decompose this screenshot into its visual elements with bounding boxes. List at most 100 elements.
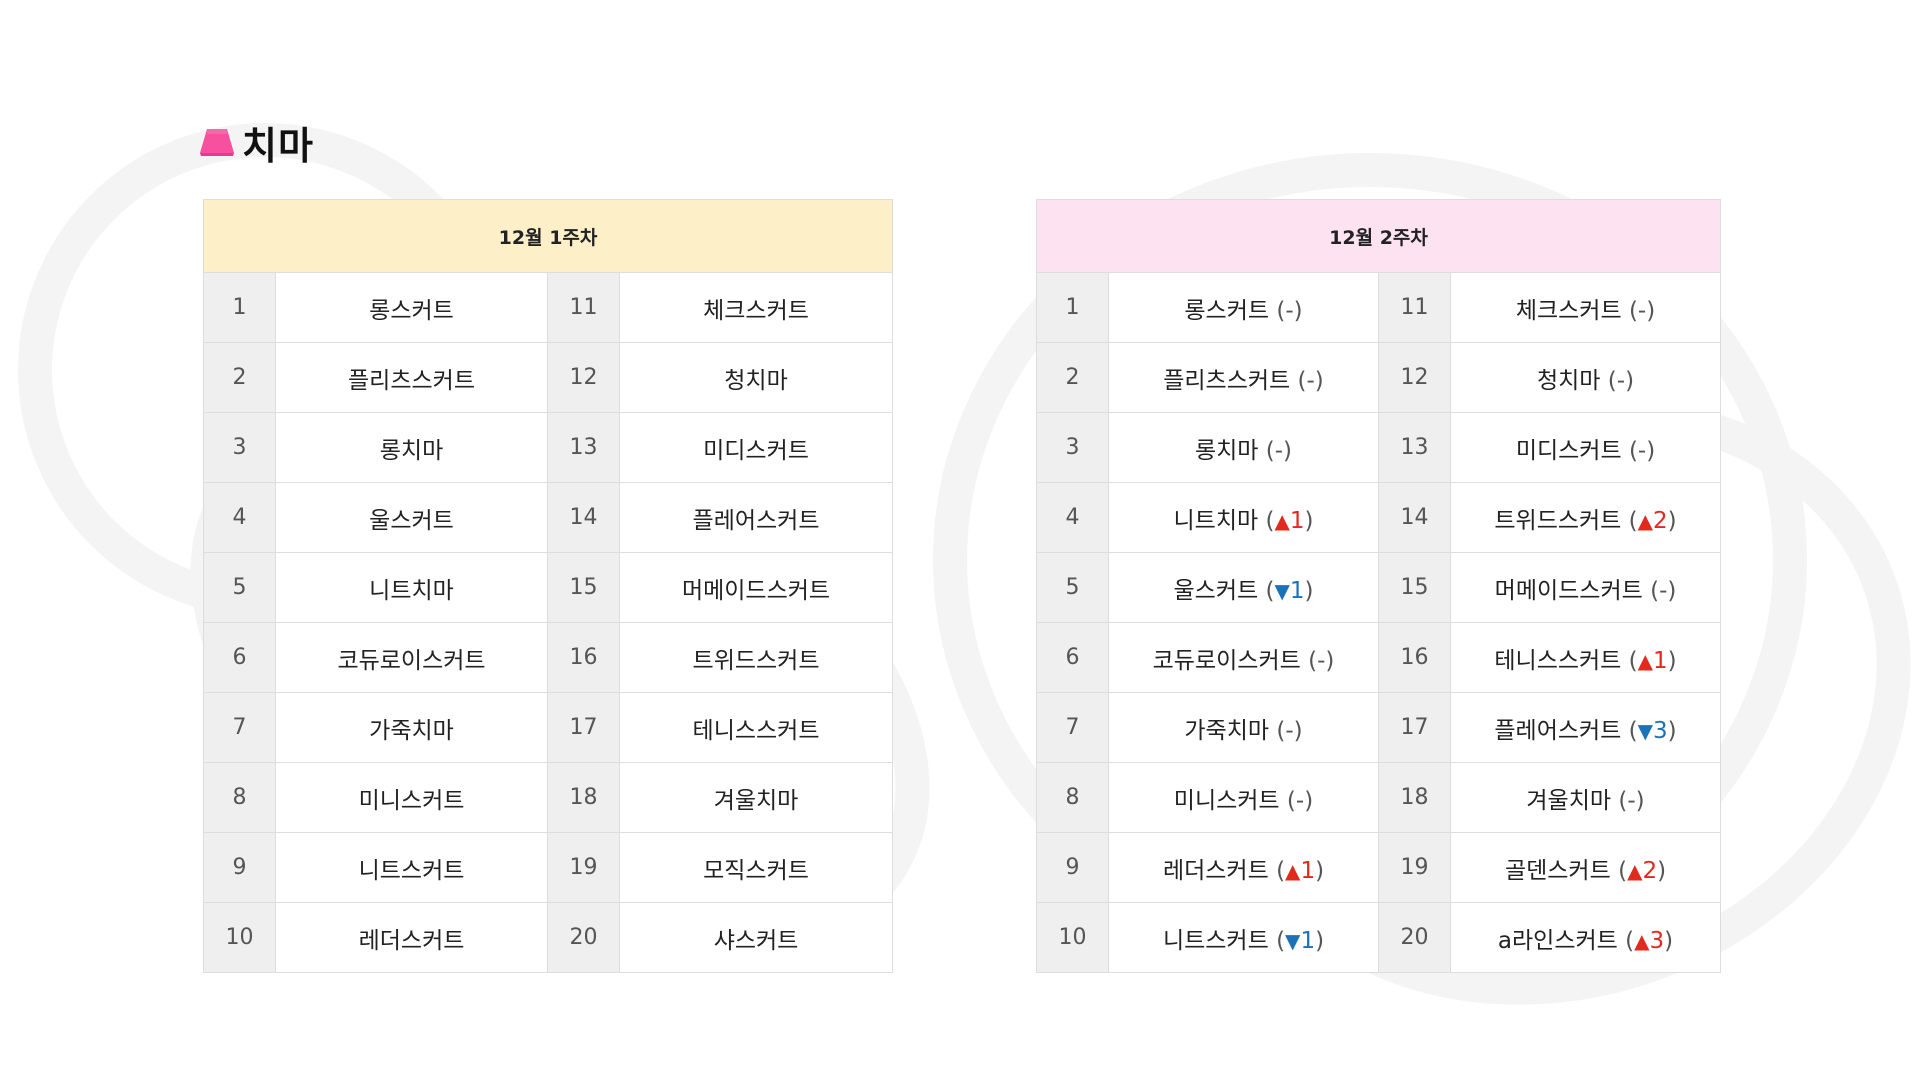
table-row: 1 롱스커트 (-) 11 체크스커트 (-) bbox=[1036, 272, 1722, 343]
table-row: 10 니트스커트 (▼1) 20 a라인스커트 (▲3) bbox=[1036, 902, 1722, 973]
table-row: 4 니트치마 (▲1) 14 트위드스커트 (▲2) bbox=[1036, 482, 1722, 553]
keyword-name: 플리츠스커트 bbox=[1163, 367, 1291, 394]
rank-change-value: - bbox=[1659, 577, 1668, 604]
table-row: 2 플리츠스커트 (-) 12 청치마 (-) bbox=[1036, 342, 1722, 413]
rank-number: 16 bbox=[547, 622, 620, 693]
rank-number: 12 bbox=[547, 342, 620, 413]
keyword-name: a라인스커트 bbox=[1497, 927, 1618, 954]
rank-change: (▲1) bbox=[1276, 857, 1325, 884]
rank-change-value: - bbox=[1637, 297, 1647, 324]
rank-change-value: - bbox=[1295, 787, 1305, 814]
rank-change: (-) bbox=[1628, 437, 1656, 464]
table-row: 1 롱스커트 11 체크스커트 bbox=[203, 272, 894, 343]
table-row: 7 가죽치마 (-) 17 플레어스커트 (▼3) bbox=[1036, 692, 1722, 763]
rank-number: 14 bbox=[1378, 482, 1451, 553]
table-row: 9 니트스커트 19 모직스커트 bbox=[203, 832, 894, 903]
rank-number: 8 bbox=[203, 762, 276, 833]
keyword-name: 레더스커트 bbox=[275, 902, 548, 973]
rank-number: 13 bbox=[1378, 412, 1451, 483]
keyword-name: 울스커트 bbox=[1173, 577, 1259, 604]
rank-number: 11 bbox=[547, 272, 620, 343]
rank-change: (▲3) bbox=[1625, 927, 1674, 954]
table-row: 10 레더스커트 20 샤스커트 bbox=[203, 902, 894, 973]
rank-change-value: 1 bbox=[1289, 577, 1305, 604]
rank-change: (▲2) bbox=[1618, 857, 1667, 884]
keyword-name: 미디스커트 bbox=[618, 412, 894, 483]
rank-change-value: 2 bbox=[1653, 507, 1668, 534]
rank-change-value: - bbox=[1637, 437, 1647, 464]
keyword-name: 겨울치마 bbox=[618, 762, 894, 833]
rank-number: 12 bbox=[1378, 342, 1451, 413]
skirt-icon bbox=[200, 129, 234, 156]
keyword-cell: 청치마 (-) bbox=[1449, 342, 1722, 413]
rank-change-value: - bbox=[1616, 367, 1626, 394]
up-arrow-icon: ▲ bbox=[1285, 858, 1301, 883]
keyword-name: 머메이드스커트 bbox=[618, 552, 894, 623]
keyword-cell: 니트스커트 (▼1) bbox=[1108, 902, 1379, 973]
table-row: 5 니트치마 15 머메이드스커트 bbox=[203, 552, 894, 623]
keyword-name: 코듀로이스커트 bbox=[275, 622, 548, 693]
table-row: 9 레더스커트 (▲1) 19 골덴스커트 (▲2) bbox=[1036, 832, 1722, 903]
keyword-cell: 겨울치마 (-) bbox=[1449, 762, 1722, 833]
table-row: 3 롱치마 (-) 13 미디스커트 (-) bbox=[1036, 412, 1722, 483]
rank-number: 14 bbox=[547, 482, 620, 553]
rank-number: 15 bbox=[1378, 552, 1451, 623]
keyword-cell: 트위드스커트 (▲2) bbox=[1449, 482, 1722, 553]
rank-number: 5 bbox=[203, 552, 276, 623]
up-arrow-icon: ▲ bbox=[1637, 508, 1654, 533]
rank-number: 17 bbox=[547, 692, 620, 763]
rank-change: (-) bbox=[1286, 787, 1314, 814]
keyword-name: 플리츠스커트 bbox=[275, 342, 548, 413]
rank-number: 18 bbox=[547, 762, 620, 833]
keyword-cell: a라인스커트 (▲3) bbox=[1449, 902, 1722, 973]
rank-change: (▼3) bbox=[1628, 717, 1677, 744]
keyword-cell: 플리츠스커트 (-) bbox=[1108, 342, 1379, 413]
down-arrow-icon: ▼ bbox=[1274, 578, 1290, 603]
keyword-cell: 플레어스커트 (▼3) bbox=[1449, 692, 1722, 763]
rank-change: (-) bbox=[1618, 787, 1645, 814]
rank-number: 6 bbox=[203, 622, 276, 693]
keyword-name: 체크스커트 bbox=[618, 272, 894, 343]
keyword-name: 트위드스커트 bbox=[618, 622, 894, 693]
rank-change-value: - bbox=[1317, 647, 1326, 674]
rank-change: (▲2) bbox=[1628, 507, 1677, 534]
rank-number: 11 bbox=[1378, 272, 1451, 343]
rank-change-value: 3 bbox=[1653, 717, 1668, 744]
rank-number: 19 bbox=[547, 832, 620, 903]
keyword-name: 레더스커트 bbox=[1162, 857, 1269, 884]
rank-change-value: - bbox=[1285, 717, 1294, 744]
rank-number: 19 bbox=[1378, 832, 1451, 903]
rank-number: 8 bbox=[1036, 762, 1109, 833]
keyword-cell: 체크스커트 (-) bbox=[1449, 272, 1722, 343]
keyword-cell: 테니스스커트 (▲1) bbox=[1449, 622, 1722, 693]
table-row: 7 가죽치마 17 테니스스커트 bbox=[203, 692, 894, 763]
keyword-name: 니트스커트 bbox=[1162, 927, 1269, 954]
up-arrow-icon: ▲ bbox=[1627, 858, 1643, 883]
keyword-name: 플레어스커트 bbox=[618, 482, 894, 553]
rank-number: 5 bbox=[1036, 552, 1109, 623]
keyword-name: 플레어스커트 bbox=[1494, 717, 1622, 744]
week2-ranking-table: 12월 2주차 1 롱스커트 (-) 11 체크스커트 (-) 2 플리츠스커트 (-) 1… bbox=[1035, 199, 1722, 973]
keyword-name: 미니스커트 bbox=[1173, 787, 1280, 814]
rank-change-value: - bbox=[1285, 297, 1294, 324]
up-arrow-icon: ▲ bbox=[1274, 508, 1290, 533]
rank-number: 3 bbox=[1036, 412, 1109, 483]
keyword-name: 코듀로이스커트 bbox=[1152, 647, 1301, 674]
rank-number: 17 bbox=[1378, 692, 1451, 763]
rank-change: (▼1) bbox=[1265, 577, 1314, 604]
rank-number: 2 bbox=[203, 342, 276, 413]
table-row: 8 미니스커트 18 겨울치마 bbox=[203, 762, 894, 833]
rank-number: 16 bbox=[1378, 622, 1451, 693]
keyword-cell: 롱스커트 (-) bbox=[1108, 272, 1379, 343]
keyword-name: 울스커트 bbox=[275, 482, 548, 553]
keyword-name: 롱스커트 bbox=[275, 272, 548, 343]
keyword-cell: 레더스커트 (▲1) bbox=[1108, 832, 1379, 903]
rank-change: (-) bbox=[1628, 297, 1656, 324]
rank-number: 20 bbox=[547, 902, 620, 973]
rank-number: 3 bbox=[203, 412, 276, 483]
rank-change: (-) bbox=[1308, 647, 1335, 674]
keyword-name: 트위드스커트 bbox=[1494, 507, 1622, 534]
down-arrow-icon: ▼ bbox=[1285, 928, 1301, 953]
section-title: 치마 bbox=[198, 116, 314, 168]
rank-number: 7 bbox=[1036, 692, 1109, 763]
